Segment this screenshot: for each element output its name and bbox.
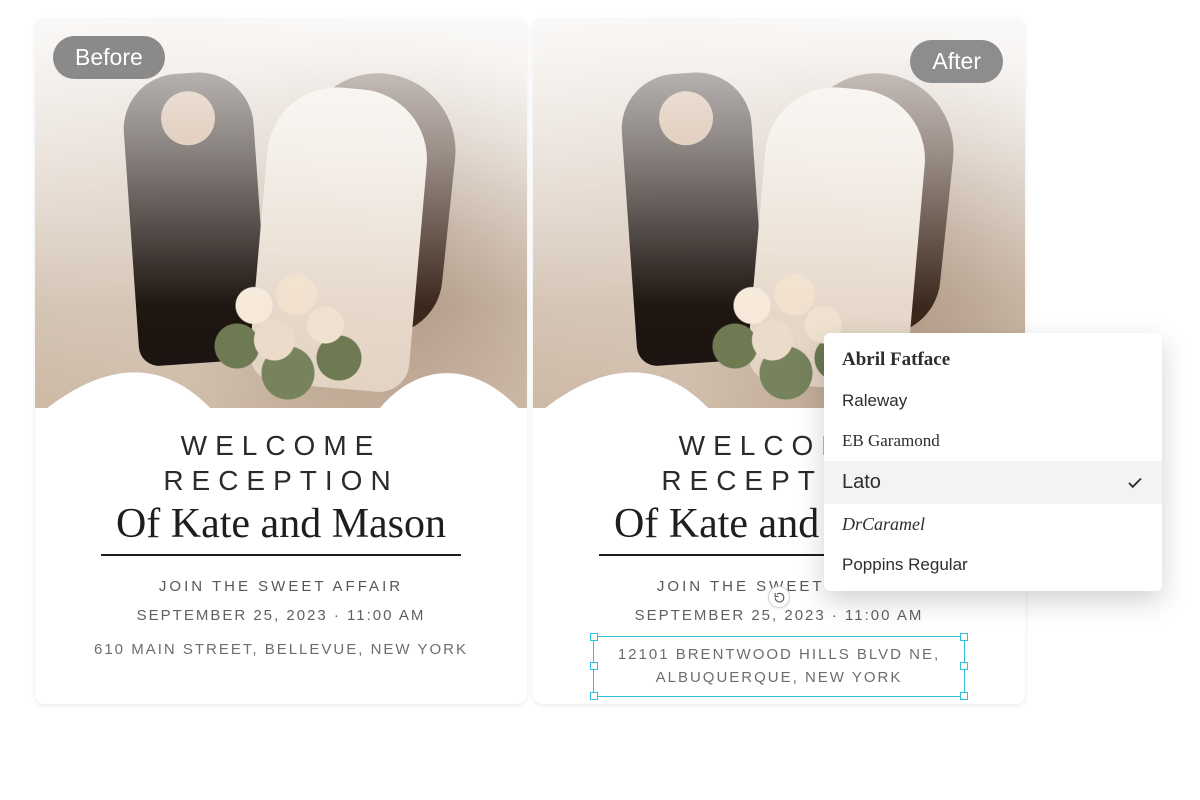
datetime: SEPTEMBER 25, 2023 · 11:00 AM bbox=[533, 607, 1025, 624]
address-before: 610 MAIN STREET, BELLEVUE, NEW YORK bbox=[35, 636, 527, 663]
names-line: Of Kate and Mason bbox=[35, 500, 527, 548]
address-after-wrapper: 12101 BRENTWOOD HILLS BLVD NE, ALBUQUERQ… bbox=[593, 636, 965, 697]
font-option-drcaramel[interactable]: DrCaramel bbox=[824, 504, 1162, 545]
tagline: JOIN THE SWEET AFFAIR bbox=[35, 578, 527, 595]
welcome-heading: WELCOME RECEPTION bbox=[35, 428, 527, 498]
font-option-poppins-regular[interactable]: Poppins Regular bbox=[824, 545, 1162, 585]
font-option-lato[interactable]: Lato bbox=[824, 461, 1162, 504]
before-card: Before WELCOME RECEPTION Of Kate and Mas… bbox=[35, 18, 527, 704]
after-badge: After bbox=[910, 40, 1003, 83]
font-option-label: Abril Fatface bbox=[842, 349, 950, 371]
font-option-raleway[interactable]: Raleway bbox=[824, 381, 1162, 421]
address-line1[interactable]: 12101 BRENTWOOD HILLS BLVD NE, bbox=[618, 646, 940, 663]
font-option-eb-garamond[interactable]: EB Garamond bbox=[824, 421, 1162, 461]
font-picker-dropdown[interactable]: Abril Fatface Raleway EB Garamond Lato DrCar… bbox=[824, 333, 1162, 591]
font-option-label: Poppins Regular bbox=[842, 555, 968, 575]
invite-text-block: WELCOME RECEPTION Of Kate and Mason JOIN… bbox=[35, 408, 527, 704]
font-option-abril-fatface[interactable]: Abril Fatface bbox=[824, 339, 1162, 381]
rotate-handle-icon[interactable] bbox=[768, 586, 790, 608]
checkmark-icon bbox=[1126, 474, 1144, 492]
before-badge: Before bbox=[53, 36, 165, 79]
font-option-label: EB Garamond bbox=[842, 431, 940, 451]
divider-line bbox=[101, 554, 461, 556]
font-option-label: Raleway bbox=[842, 391, 907, 411]
selected-text-frame[interactable]: 12101 BRENTWOOD HILLS BLVD NE, ALBUQUERQ… bbox=[593, 636, 965, 697]
font-option-label: DrCaramel bbox=[842, 514, 925, 535]
address-line2[interactable]: ALBUQUERQUE, NEW YORK bbox=[656, 669, 903, 686]
font-option-label: Lato bbox=[842, 471, 881, 494]
datetime: SEPTEMBER 25, 2023 · 11:00 AM bbox=[35, 607, 527, 624]
